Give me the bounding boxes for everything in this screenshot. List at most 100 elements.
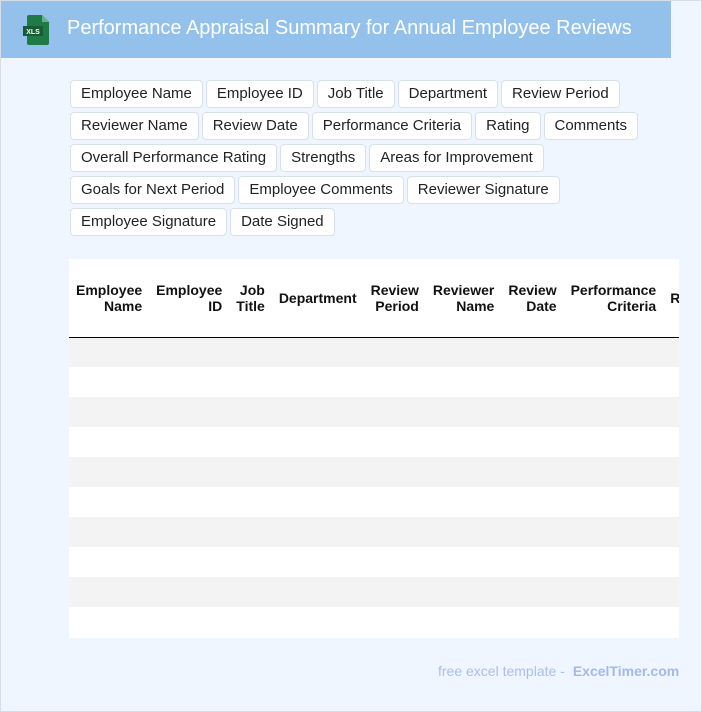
table-cell[interactable] [501,367,563,397]
table-cell[interactable] [149,367,229,397]
table-cell[interactable] [663,337,679,367]
table-cell[interactable] [229,577,272,607]
table-cell[interactable] [663,487,679,517]
table-cell[interactable] [149,517,230,547]
table-cell[interactable] [149,427,229,457]
table-cell[interactable] [69,427,149,457]
column-tag[interactable]: Date Signed [230,208,335,236]
table-cell[interactable] [364,607,426,637]
table-cell[interactable] [271,577,364,607]
table-cell[interactable] [364,427,426,457]
footer-brand-link[interactable]: ExcelTimer.com [573,663,679,679]
table-cell[interactable] [229,427,272,457]
table-cell[interactable] [563,337,664,367]
table-cell[interactable] [149,337,230,367]
table-cell[interactable] [426,607,501,637]
table-cell[interactable] [69,337,150,367]
table-cell[interactable] [425,397,502,427]
table-cell[interactable] [363,577,426,607]
table-cell[interactable] [501,457,564,487]
table-cell[interactable] [563,517,664,547]
table-cell[interactable] [363,397,426,427]
table-cell[interactable] [229,517,272,547]
column-tag[interactable]: Strengths [280,144,367,172]
table-cell[interactable] [272,367,364,397]
table-cell[interactable] [271,397,364,427]
table-cell[interactable] [501,487,563,517]
table-cell[interactable] [501,517,564,547]
table-cell[interactable] [425,337,502,367]
table-cell[interactable] [426,367,501,397]
table-cell[interactable] [229,397,272,427]
table-cell[interactable] [663,397,679,427]
table-cell[interactable] [69,577,150,607]
table-cell[interactable] [564,607,664,637]
table-cell[interactable] [229,337,272,367]
column-tag[interactable]: Employee Name [70,80,203,108]
table-cell[interactable] [363,457,426,487]
column-tag[interactable]: Employee ID [205,80,314,108]
table-cell[interactable] [564,367,664,397]
column-tag[interactable]: Review Date [201,112,309,140]
table-cell[interactable] [229,547,272,577]
table-cell[interactable] [425,457,502,487]
column-tag[interactable]: Performance Criteria [311,112,473,140]
table-cell[interactable] [69,547,149,577]
column-tag[interactable]: Review Period [501,80,620,108]
table-cell[interactable] [501,397,564,427]
table-cell[interactable] [501,337,564,367]
column-tag[interactable]: Job Title [316,80,395,108]
table-cell[interactable] [69,457,150,487]
table-cell[interactable] [564,487,664,517]
column-tag[interactable]: Overall Performance Rating [70,144,278,172]
table-cell[interactable] [564,427,664,457]
table-cell[interactable] [272,427,364,457]
column-tag[interactable]: Goals for Next Period [70,176,236,204]
table-cell[interactable] [563,457,664,487]
table-cell[interactable] [426,427,501,457]
table-cell[interactable] [563,397,664,427]
table-cell[interactable] [272,487,364,517]
table-cell[interactable] [501,577,564,607]
column-tag[interactable]: Department [397,80,499,108]
table-cell[interactable] [363,337,426,367]
table-cell[interactable] [229,367,272,397]
table-cell[interactable] [271,457,364,487]
table-cell[interactable] [69,607,149,637]
table-cell[interactable] [229,457,272,487]
table-cell[interactable] [149,487,229,517]
table-cell[interactable] [229,487,272,517]
table-cell[interactable] [272,547,364,577]
table-cell[interactable] [149,457,230,487]
table-cell[interactable] [272,607,364,637]
table-cell[interactable] [501,427,563,457]
table-cell[interactable] [69,517,150,547]
table-cell[interactable] [69,367,149,397]
table-cell[interactable] [501,607,563,637]
table-cell[interactable] [426,547,501,577]
column-tag[interactable]: Reviewer Signature [406,176,560,204]
table-cell[interactable] [229,607,272,637]
table-cell[interactable] [663,577,679,607]
table-cell[interactable] [364,547,426,577]
table-cell[interactable] [364,367,426,397]
table-cell[interactable] [149,577,230,607]
table-cell[interactable] [564,547,664,577]
table-cell[interactable] [363,517,426,547]
table-cell[interactable] [663,427,679,457]
table-cell[interactable] [425,577,502,607]
table-cell[interactable] [663,457,679,487]
column-tag[interactable]: Comments [543,112,639,140]
column-tag[interactable]: Rating [475,112,541,140]
column-tag[interactable]: Employee Signature [70,208,228,236]
table-cell[interactable] [149,397,230,427]
column-tag[interactable]: Employee Comments [238,176,404,204]
table-cell[interactable] [69,397,150,427]
table-cell[interactable] [663,547,679,577]
table-cell[interactable] [69,487,149,517]
column-tag[interactable]: Reviewer Name [70,112,199,140]
table-cell[interactable] [663,517,679,547]
table-cell[interactable] [663,607,679,637]
table-cell[interactable] [271,337,364,367]
table-cell[interactable] [563,577,664,607]
